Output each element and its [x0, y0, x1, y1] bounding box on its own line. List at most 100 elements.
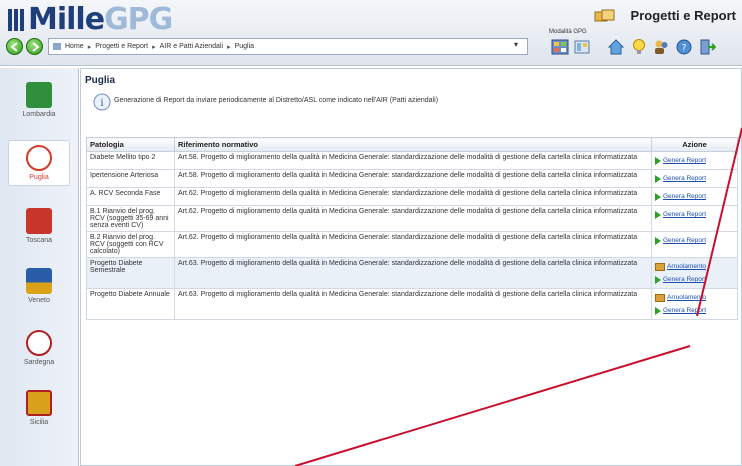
genera-report-link[interactable]: Genera Report	[655, 172, 734, 185]
app-title: Progetti e Report	[630, 8, 736, 23]
cell-riferimento: Art.63. Progetto di miglioramento della …	[174, 288, 652, 320]
play-icon	[655, 236, 661, 245]
genera-report-link[interactable]: Genera Report	[655, 154, 734, 167]
table-body: Diabete Mellito tipo 2 Art.58. Progetto d…	[86, 151, 738, 320]
top-bar: MilleGPG Progetti e Report Home ▸ Progett…	[0, 0, 742, 66]
genera-report-link[interactable]: Genera Report	[655, 208, 734, 221]
sardegna-icon	[26, 330, 52, 356]
arruolamento-link[interactable]: Arruolamento	[655, 291, 734, 304]
home-icon[interactable]	[607, 38, 625, 56]
genera-report-link[interactable]: Genera Report	[655, 304, 734, 317]
arrow-left-icon	[10, 42, 18, 52]
info-icon: i	[93, 93, 111, 111]
table-row: Ipertensione Arteriosa Art.58. Progetto d…	[86, 169, 738, 188]
modules-label: Modalità GPG	[549, 29, 587, 35]
breadcrumb-progetti[interactable]: Progetti e Report	[95, 43, 148, 50]
action-label: Genera Report	[663, 237, 706, 244]
genera-report-link[interactable]: Genera Report	[655, 273, 734, 286]
column-riferimento[interactable]: Riferimento normativo	[174, 137, 652, 152]
genera-report-link[interactable]: Genera Report	[655, 234, 734, 247]
table-row: Diabete Mellito tipo 2 Art.58. Progetto d…	[86, 151, 738, 170]
sidebar-item-sicilia[interactable]: Sicilia	[8, 390, 70, 426]
action-label: Genera Report	[663, 276, 706, 283]
cell-patologia: Ipertensione Arteriosa	[86, 169, 175, 188]
sicilia-icon	[26, 390, 52, 416]
play-icon	[655, 192, 661, 201]
cell-patologia: Progetto Diabete Annuale	[86, 288, 175, 320]
play-icon	[655, 306, 661, 315]
breadcrumb-home[interactable]: Home	[65, 43, 84, 50]
logo-mark-icon	[8, 9, 26, 31]
sidebar-item-label: Sardegna	[23, 359, 55, 366]
genera-report-link[interactable]: Genera Report	[655, 190, 734, 203]
breadcrumb-dropdown-icon[interactable]: ▾	[514, 40, 518, 49]
sidebar-item-label: Puglia	[29, 174, 49, 181]
forward-button[interactable]	[26, 38, 43, 55]
modules-grid-icon[interactable]	[551, 38, 569, 56]
cell-azione: Genera Report	[651, 187, 738, 206]
page-description: Generazione di Report da inviare periodi…	[114, 97, 439, 104]
sidebar-item-lombardia[interactable]: Lombardia	[8, 82, 70, 118]
action-label: Genera Report	[663, 175, 706, 182]
breadcrumb-air[interactable]: AIR e Patti Aziendali	[160, 43, 223, 50]
table-row: B.2 Rianvio del prog. RCV (soggetti con …	[86, 231, 738, 258]
cell-patologia: B.1 Rianvio del prog. RCV (soggetti 35-6…	[86, 205, 175, 232]
cell-riferimento: Art.58. Progetto di miglioramento della …	[174, 169, 652, 188]
report-table: Patologia Riferimento normativo Azione D…	[86, 137, 738, 320]
arruolamento-link[interactable]: Arruolamento	[655, 260, 734, 273]
puglia-icon	[26, 145, 52, 171]
report-stack-icon	[594, 9, 615, 22]
lombardia-icon	[26, 82, 52, 108]
cell-patologia: Diabete Mellito tipo 2	[86, 151, 175, 170]
cell-riferimento: Art.62. Progetto di miglioramento della …	[174, 205, 652, 232]
region-sidebar: Lombardia Puglia Toscana Veneto Sardegna…	[0, 68, 79, 466]
cell-azione: Genera Report	[651, 169, 738, 188]
help-icon[interactable]: ?	[675, 38, 693, 56]
breadcrumb[interactable]: Home ▸ Progetti e Report ▸ AIR e Patti Azi…	[48, 38, 528, 55]
table-header: Patologia Riferimento normativo Azione	[86, 137, 738, 152]
breadcrumb-puglia[interactable]: Puglia	[235, 43, 254, 50]
sidebar-item-sardegna[interactable]: Sardegna	[8, 330, 70, 366]
action-label: Genera Report	[663, 307, 706, 314]
cell-riferimento: Art.62. Progetto di miglioramento della …	[174, 231, 652, 258]
page-title: Puglia	[85, 75, 116, 86]
action-label: Genera Report	[663, 211, 706, 218]
play-icon	[655, 210, 661, 219]
column-azione[interactable]: Azione	[651, 137, 738, 152]
cell-azione: Arruolamento Genera Report	[651, 288, 738, 320]
sidebar-item-label: Veneto	[28, 297, 50, 304]
cell-riferimento: Art.62. Progetto di miglioramento della …	[174, 187, 652, 206]
exit-icon[interactable]	[698, 38, 716, 56]
logo-suffix: GPG	[104, 2, 173, 37]
cell-azione: Genera Report	[651, 205, 738, 232]
table-row: Progetto Diabete Annuale Art.63. Progetto…	[86, 288, 738, 320]
cell-patologia: Progetto Diabete Semestrale	[86, 257, 175, 289]
logo-prefix: Mille	[28, 2, 105, 37]
toscana-icon	[26, 208, 52, 234]
layout-icon[interactable]	[573, 38, 591, 56]
sidebar-item-toscana[interactable]: Toscana	[8, 208, 70, 244]
enrollment-icon	[655, 293, 665, 302]
cell-azione: Genera Report	[651, 151, 738, 170]
cell-patologia: B.2 Rianvio del prog. RCV (soggetti con …	[86, 231, 175, 258]
play-icon	[655, 174, 661, 183]
table-row: A. RCV Seconda Fase Art.62. Progetto di m…	[86, 187, 738, 206]
cell-azione: Genera Report	[651, 231, 738, 258]
svg-text:?: ?	[682, 44, 687, 54]
users-icon[interactable]	[652, 38, 670, 56]
sidebar-item-label: Lombardia	[22, 111, 56, 118]
column-patologia[interactable]: Patologia	[86, 137, 175, 152]
sidebar-item-veneto[interactable]: Veneto	[8, 268, 70, 304]
cell-azione: Arruolamento Genera Report	[651, 257, 738, 289]
back-button[interactable]	[6, 38, 23, 55]
play-icon	[655, 156, 661, 165]
page-header: Puglia i Generazione di Report da inviar…	[82, 75, 740, 111]
cell-riferimento: Art.63. Progetto di miglioramento della …	[174, 257, 652, 289]
table-row: B.1 Rianvio del prog. RCV (soggetti 35-6…	[86, 205, 738, 232]
action-label: Arruolamento	[667, 294, 707, 301]
lightbulb-icon[interactable]	[630, 38, 648, 56]
action-label: Genera Report	[663, 193, 706, 200]
sidebar-item-label: Toscana	[25, 237, 53, 244]
veneto-icon	[26, 268, 52, 294]
sidebar-item-puglia[interactable]: Puglia	[8, 140, 70, 186]
